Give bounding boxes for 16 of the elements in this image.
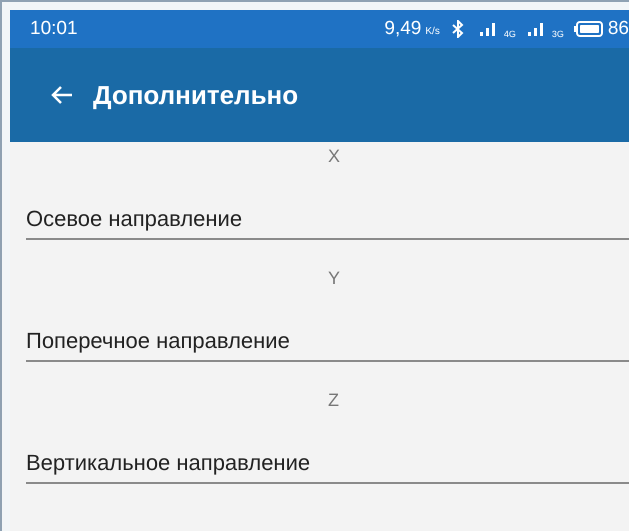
field-label: X — [328, 146, 340, 168]
network-type: 3G — [552, 29, 564, 39]
network-type: 4G — [504, 29, 516, 39]
screen-title: Дополнительно — [93, 80, 298, 110]
network-speed: 9,49 — [384, 18, 422, 40]
bluetooth-icon — [452, 20, 464, 38]
battery-icon — [574, 21, 604, 37]
clock-time: 10:01 — [30, 18, 78, 40]
input-field[interactable]: Осевое направление — [26, 198, 629, 240]
speed-unit: K/s — [425, 26, 440, 37]
field-label: Y — [328, 268, 340, 290]
battery-level: 86 — [608, 18, 629, 40]
field-label: Z — [328, 390, 339, 412]
input-field[interactable]: Поперечное направление — [26, 320, 629, 362]
input-field[interactable]: Вертикальное направление — [26, 442, 629, 484]
back-arrow-icon[interactable] — [51, 85, 73, 105]
